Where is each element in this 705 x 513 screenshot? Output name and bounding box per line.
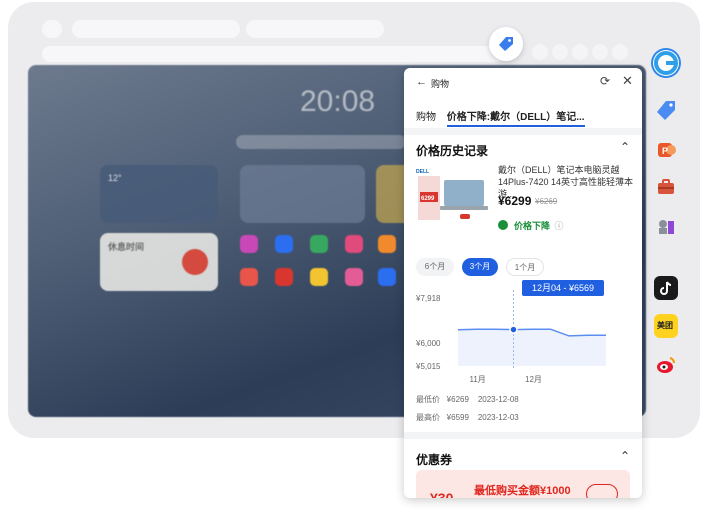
- current-price: ¥6299: [498, 194, 532, 208]
- price-drop-icon: [498, 220, 508, 230]
- presentation-icon[interactable]: P: [654, 138, 678, 162]
- mascot-icon: [182, 249, 208, 275]
- coupon-claim-button[interactable]: [586, 484, 618, 498]
- app-icon[interactable]: [378, 235, 396, 253]
- app-icon[interactable]: [345, 235, 363, 253]
- svg-text:DELL: DELL: [416, 169, 429, 175]
- original-price: ¥6269: [535, 197, 558, 206]
- chevron-up-icon[interactable]: ⌃: [620, 449, 630, 463]
- price-history-title: 价格历史记录: [416, 144, 489, 158]
- divider: [404, 432, 642, 439]
- rest-card-title: 休息时间: [108, 242, 145, 252]
- tiktok-icon[interactable]: [654, 276, 678, 300]
- divider: [404, 128, 642, 135]
- tab-shopping[interactable]: 购物: [416, 112, 436, 123]
- panel-header: ← 购物 ⟳ ✕: [404, 68, 642, 96]
- coupon-text: 最低购买金额¥1000: [474, 485, 571, 497]
- app-icon[interactable]: [275, 268, 293, 286]
- app-icon[interactable]: [310, 235, 328, 253]
- app-icon[interactable]: [240, 235, 258, 253]
- price-history-chart[interactable]: ¥7,918 ¥6,000 ¥5,015 11月 12月: [404, 278, 642, 398]
- meituan-icon[interactable]: 美团: [654, 314, 678, 338]
- panel-title[interactable]: 购物: [431, 77, 449, 90]
- assistant-logo-icon[interactable]: [651, 48, 681, 78]
- svg-text:P: P: [662, 146, 668, 156]
- range-1-month[interactable]: 1个月: [506, 258, 544, 276]
- svg-text:美团: 美团: [657, 320, 673, 330]
- lowest-price-row: 最低价 ¥6269 2023-12-08: [416, 395, 519, 404]
- info-icon[interactable]: ⓘ: [555, 221, 564, 231]
- toolbar-dot[interactable]: [592, 44, 608, 60]
- highest-price-row: 最高价 ¥6599 2023-12-03: [416, 413, 519, 422]
- highlight-point: [509, 325, 518, 334]
- rest-time-widget: 休息时间: [100, 233, 218, 291]
- news-widget: [240, 165, 365, 223]
- address-bar[interactable]: [42, 46, 504, 62]
- y-tick-label: ¥6,000: [415, 339, 441, 348]
- back-arrow-icon[interactable]: ←: [416, 76, 427, 88]
- toolbar-dot[interactable]: [552, 44, 568, 60]
- desktop-search: [236, 135, 406, 149]
- refresh-icon[interactable]: ⟳: [600, 74, 610, 88]
- app-icon[interactable]: [240, 268, 258, 286]
- app-icon[interactable]: [310, 268, 328, 286]
- weather-widget: 12°: [100, 165, 218, 223]
- toolbar-dot[interactable]: [612, 44, 628, 60]
- tab-price-drop[interactable]: 价格下降:戴尔（DELL）笔记...: [446, 112, 585, 127]
- weibo-icon[interactable]: [654, 353, 678, 377]
- range-6-months[interactable]: 6个月: [416, 258, 454, 276]
- tab-placeholder[interactable]: [72, 20, 240, 38]
- tab-placeholder[interactable]: [246, 20, 384, 38]
- close-icon[interactable]: ✕: [622, 73, 633, 89]
- browser-tabs-bar: [42, 20, 662, 40]
- toolbox-icon[interactable]: [654, 175, 678, 199]
- y-tick-label: ¥5,015: [415, 362, 441, 371]
- toolbar-dot[interactable]: [572, 44, 588, 60]
- x-tick-label: 12月: [525, 375, 542, 384]
- shopping-assistant-button[interactable]: [489, 27, 523, 61]
- shopping-panel: ← 购物 ⟳ ✕ 购物 价格下降:戴尔（DELL）笔记... 价格历史记录 ⌃ …: [404, 68, 642, 498]
- app-icon[interactable]: [378, 268, 396, 286]
- product-image: DELL 6299: [416, 166, 490, 224]
- chess-icon[interactable]: [654, 215, 678, 239]
- coupon-section-title: 优惠券: [416, 453, 453, 467]
- price-tag-icon[interactable]: [654, 98, 678, 122]
- panel-tabs: 购物 价格下降:戴尔（DELL）笔记...: [416, 108, 585, 127]
- image-price-label: 6299: [421, 196, 435, 202]
- price-drop-badge: 价格下降 ⓘ: [498, 219, 564, 232]
- y-tick-label: ¥7,918: [415, 294, 441, 303]
- coupon-amount: ¥30: [430, 490, 454, 498]
- coupon-card[interactable]: ¥30 最低购买金额¥1000: [416, 470, 630, 498]
- chevron-up-icon[interactable]: ⌃: [620, 140, 630, 154]
- x-tick-label: 11月: [470, 375, 486, 384]
- app-icon[interactable]: [275, 235, 293, 253]
- weather-temp: 12°: [108, 173, 122, 183]
- price-drop-label: 价格下降: [514, 221, 551, 231]
- range-3-months[interactable]: 3个月: [462, 258, 498, 276]
- toolbar-dot[interactable]: [532, 44, 548, 60]
- tab-placeholder[interactable]: [42, 20, 62, 38]
- price-tag-icon: [499, 37, 513, 51]
- app-icon[interactable]: [345, 268, 363, 286]
- clock: 20:08: [300, 85, 376, 118]
